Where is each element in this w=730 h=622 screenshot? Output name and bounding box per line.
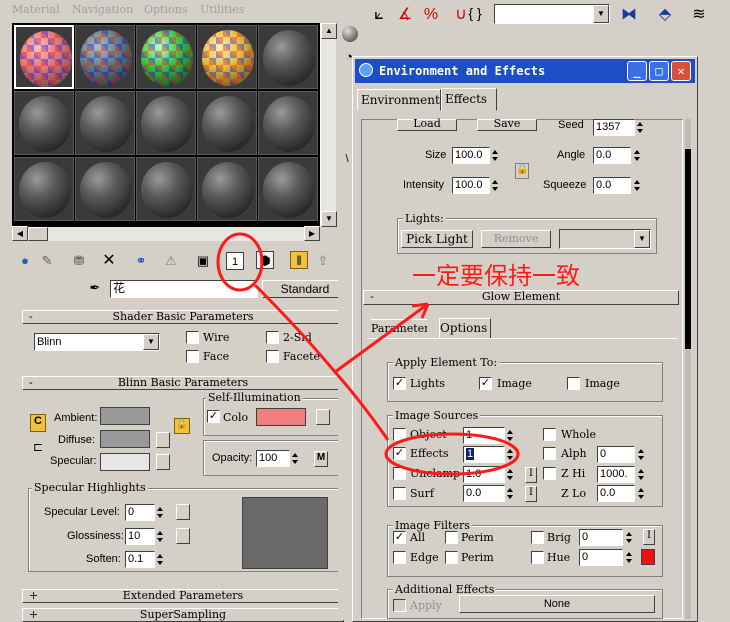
annotation-text: 一定要保持一致 <box>412 262 580 290</box>
annotation-circle-toolbar <box>216 232 264 292</box>
annotation-overlay <box>216 232 520 476</box>
annotation-arrow <box>334 302 429 374</box>
annotation-circle-effects <box>384 432 520 476</box>
annotation-curve <box>253 283 390 441</box>
